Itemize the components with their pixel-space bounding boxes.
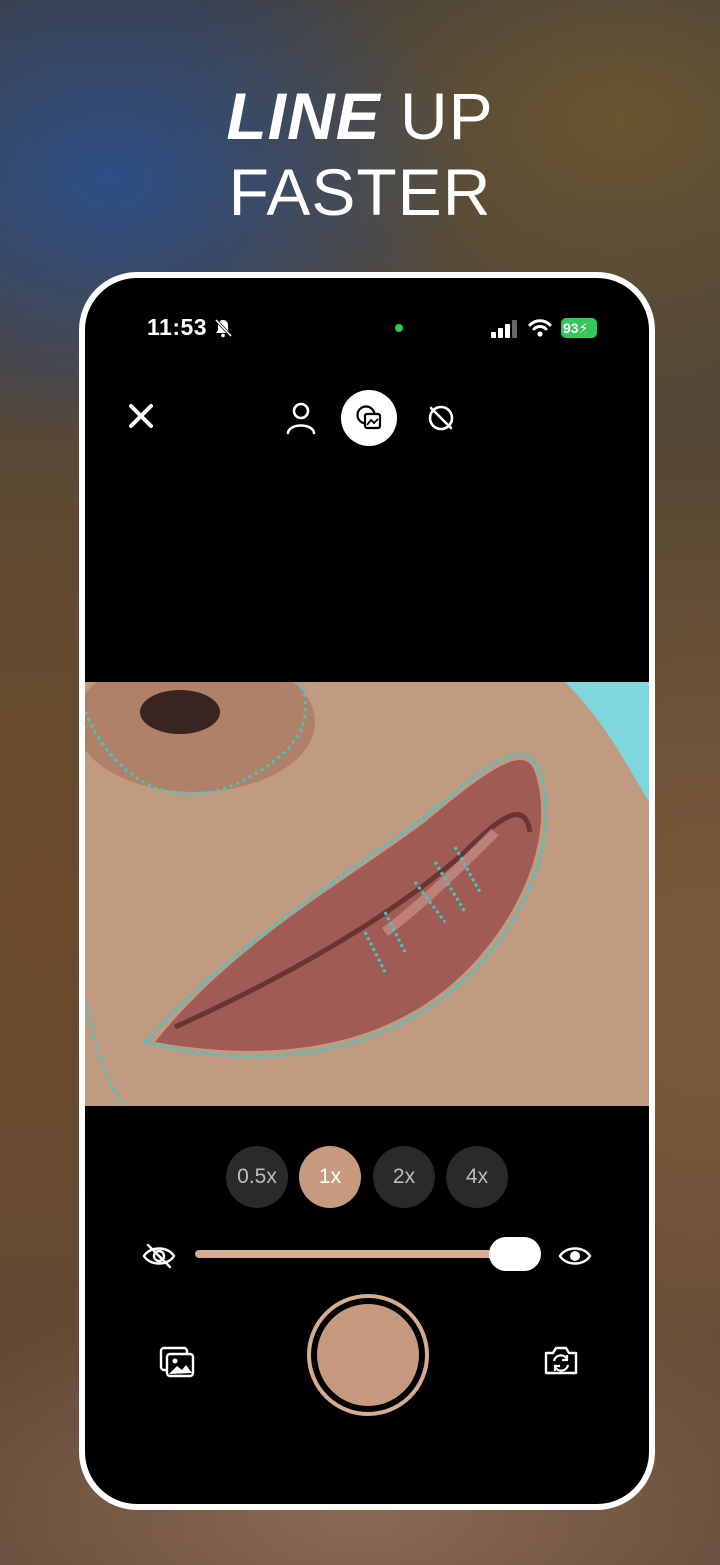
zoom-selector: 0.5x 1x 2x 4x (85, 1146, 649, 1210)
headline-line-1: LINE UP (0, 78, 720, 154)
lip-preview-image (85, 682, 649, 1106)
opacity-slider-track[interactable] (195, 1250, 539, 1258)
zoom-option-0-5x[interactable]: 0.5x (226, 1146, 288, 1208)
overlay-compare-icon (356, 405, 382, 430)
phone-frame: 11:53 93⚡ 0.5x 1x 2x 4x (79, 272, 655, 1510)
zoom-option-1x[interactable]: 1x (299, 1146, 361, 1208)
battery-level: 93 (563, 320, 579, 336)
headline: LINE UP FASTER (0, 78, 720, 230)
overlay-compare-button[interactable] (341, 390, 397, 446)
status-bar: 11:53 93⚡ (85, 278, 649, 368)
status-time: 11:53 (147, 314, 208, 340)
headline-emphasis: LINE (226, 79, 381, 153)
eye-icon[interactable] (557, 1238, 593, 1274)
camera-flip-icon[interactable] (541, 1340, 581, 1380)
close-icon[interactable] (121, 396, 161, 436)
opacity-slider-thumb[interactable] (489, 1237, 541, 1271)
wifi-icon (528, 319, 552, 337)
gallery-icon[interactable] (157, 1340, 197, 1380)
bell-slash-icon (214, 318, 233, 338)
eye-off-icon[interactable] (141, 1238, 177, 1274)
camera-preview[interactable] (85, 682, 649, 1106)
overlay-off-icon[interactable] (421, 398, 461, 438)
signal-icon (491, 320, 517, 338)
zoom-option-4x[interactable]: 4x (446, 1146, 508, 1208)
zoom-option-2x[interactable]: 2x (373, 1146, 435, 1208)
camera-indicator-dot (395, 324, 403, 332)
battery-indicator: 93⚡ (561, 318, 597, 338)
headline-line-2: FASTER (228, 155, 492, 229)
headline-rest: UP (380, 79, 494, 153)
shutter-button[interactable] (307, 1294, 429, 1416)
person-icon[interactable] (281, 398, 321, 438)
